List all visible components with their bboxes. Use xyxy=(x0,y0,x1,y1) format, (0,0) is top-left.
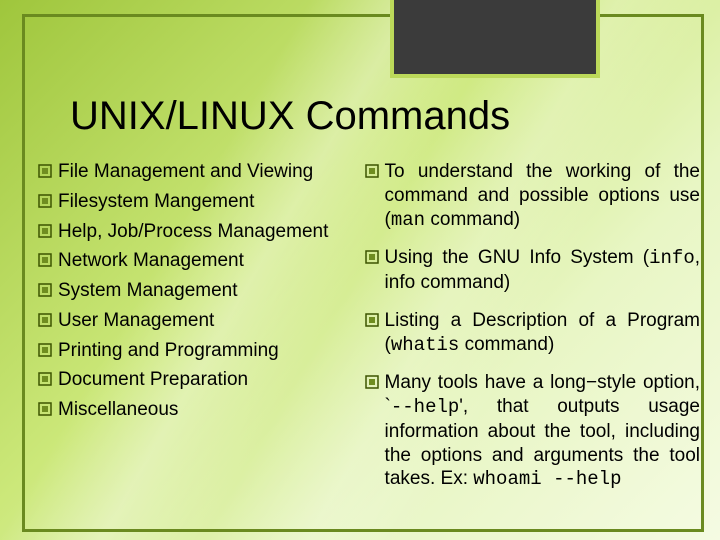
left-column: File Management and Viewing Filesystem Ma… xyxy=(38,160,361,522)
list-item-label: Filesystem Mangement xyxy=(58,190,361,214)
code-text: --help xyxy=(391,396,459,418)
code-text: whoami --help xyxy=(473,468,621,490)
list-item-label: Using the GNU Info System (info, info co… xyxy=(385,246,700,295)
list-item-label: Document Preparation xyxy=(58,368,361,392)
list-item: Document Preparation xyxy=(38,368,361,392)
code-text: man xyxy=(391,209,425,231)
list-item: User Management xyxy=(38,309,361,333)
list-item-label: Network Management xyxy=(58,249,361,273)
list-item: Printing and Programming xyxy=(38,339,361,363)
list-item: To understand the working of the command… xyxy=(365,160,700,232)
list-item: System Management xyxy=(38,279,361,303)
right-column: To understand the working of the command… xyxy=(365,160,700,522)
code-text: info xyxy=(649,247,695,269)
bullet-icon xyxy=(365,250,379,264)
bullet-icon xyxy=(38,224,52,238)
list-item-label: Listing a Description of a Program (what… xyxy=(385,309,700,358)
bullet-icon xyxy=(38,402,52,416)
list-item-label: To understand the working of the command… xyxy=(385,160,700,232)
list-item: Network Management xyxy=(38,249,361,273)
bullet-icon xyxy=(365,313,379,327)
list-item-label: Miscellaneous xyxy=(58,398,361,422)
bullet-icon xyxy=(365,375,379,389)
list-item-label: Printing and Programming xyxy=(58,339,361,363)
top-accent-box xyxy=(390,0,600,78)
bullet-icon xyxy=(38,313,52,327)
bullet-icon xyxy=(38,283,52,297)
list-item: Using the GNU Info System (info, info co… xyxy=(365,246,700,295)
bullet-icon xyxy=(365,164,379,178)
bullet-icon xyxy=(38,194,52,208)
list-item: Filesystem Mangement xyxy=(38,190,361,214)
bullet-icon xyxy=(38,372,52,386)
bullet-icon xyxy=(38,343,52,357)
list-item: Miscellaneous xyxy=(38,398,361,422)
bullet-icon xyxy=(38,164,52,178)
code-text: whatis xyxy=(391,334,459,356)
list-item-label: System Management xyxy=(58,279,361,303)
list-item-label: Many tools have a long−style option, `--… xyxy=(385,371,700,492)
slide-title: UNIX/LINUX Commands xyxy=(70,94,690,139)
bullet-icon xyxy=(38,253,52,267)
list-item: Listing a Description of a Program (what… xyxy=(365,309,700,358)
list-item-label: File Management and Viewing xyxy=(58,160,361,184)
slide: UNIX/LINUX Commands File Management and … xyxy=(0,0,720,540)
list-item-label: User Management xyxy=(58,309,361,333)
list-item-label: Help, Job/Process Management xyxy=(58,220,361,244)
content-columns: File Management and Viewing Filesystem Ma… xyxy=(38,160,700,522)
list-item: Many tools have a long−style option, `--… xyxy=(365,371,700,492)
list-item: File Management and Viewing xyxy=(38,160,361,184)
list-item: Help, Job/Process Management xyxy=(38,220,361,244)
